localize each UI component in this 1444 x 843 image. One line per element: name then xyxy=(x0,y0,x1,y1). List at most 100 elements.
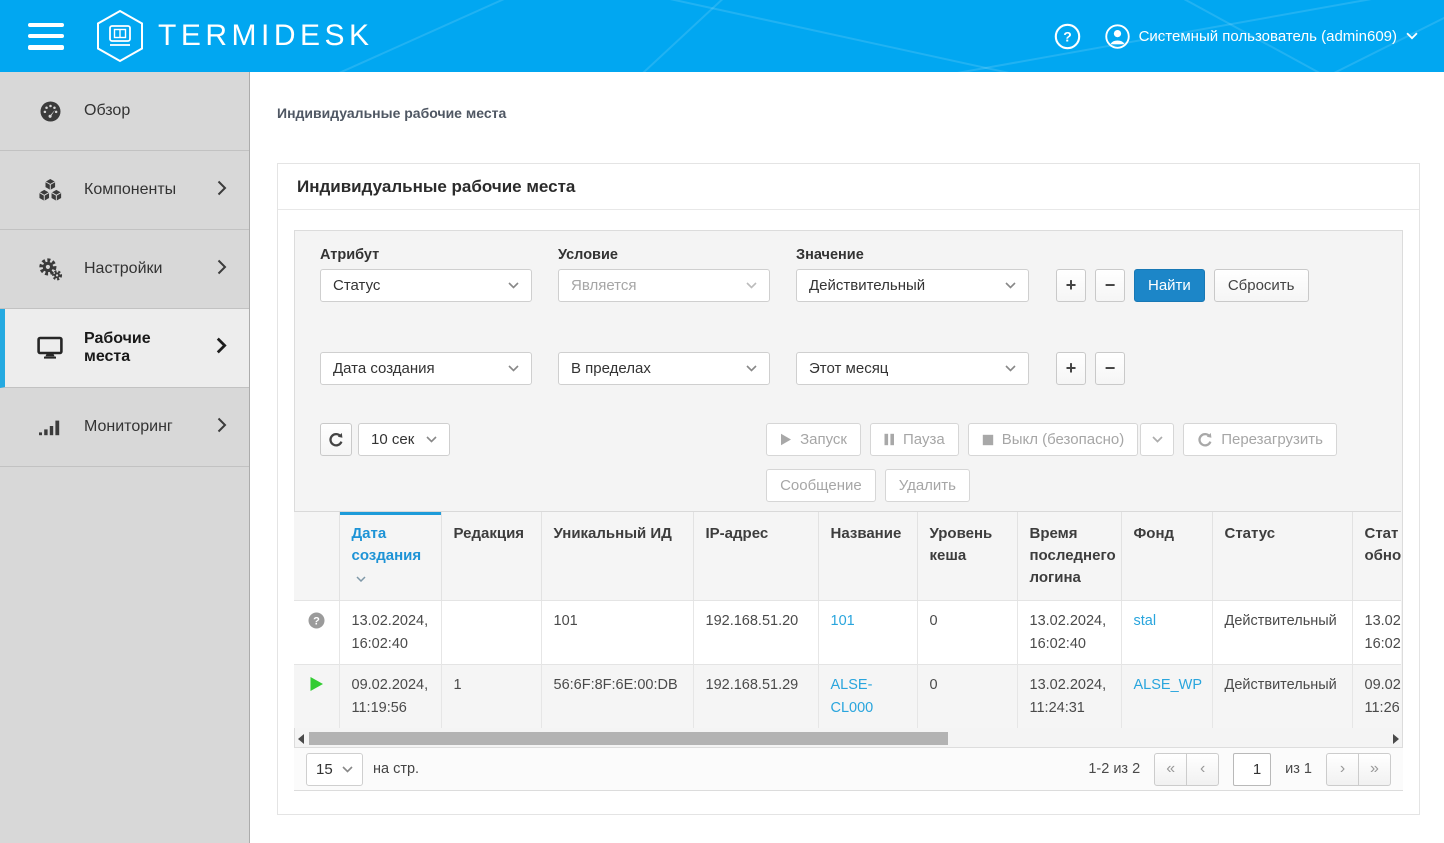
scrollbar-track[interactable] xyxy=(307,732,1390,745)
shutdown-safe-button-label: Выкл (безопасно) xyxy=(1002,431,1125,448)
condition-select-value: Является xyxy=(571,277,637,294)
pool-cell: ALSE_WP xyxy=(1121,665,1212,728)
dashboard-icon xyxy=(37,99,63,124)
monitor-icon xyxy=(37,336,63,360)
help-icon[interactable]: ? xyxy=(1054,23,1081,50)
sidebar-item-settings[interactable]: Настройки xyxy=(0,230,249,309)
delete-button[interactable]: Удалить xyxy=(885,469,970,502)
ip-cell: 192.168.51.29 xyxy=(693,665,818,728)
chevron-down-icon xyxy=(746,282,757,289)
last-page-button[interactable]: » xyxy=(1358,753,1391,786)
play-icon xyxy=(780,433,792,446)
cache-level-column-header[interactable]: Уровень кеша xyxy=(917,512,1017,601)
chevron-right-icon xyxy=(217,417,227,438)
revision-cell: 1 xyxy=(441,665,541,728)
add-filter-button[interactable]: + xyxy=(1056,269,1086,302)
attribute-select-2[interactable]: Дата создания xyxy=(320,352,532,385)
page-size-value: 15 xyxy=(316,761,333,778)
workplaces-card: Индивидуальные рабочие места Атрибут Ста… xyxy=(277,163,1420,815)
first-page-button[interactable]: « xyxy=(1154,753,1187,786)
revision-column-header[interactable]: Редакция xyxy=(441,512,541,601)
menu-toggle-button[interactable] xyxy=(28,23,64,50)
per-page-label: на стр. xyxy=(373,761,419,777)
value-select-2[interactable]: Этот месяц xyxy=(796,352,1029,385)
user-avatar-icon xyxy=(1105,24,1130,49)
remove-filter-button-2[interactable]: − xyxy=(1095,352,1125,385)
workplace-link[interactable]: 101 xyxy=(831,613,855,629)
horizontal-scrollbar[interactable] xyxy=(294,730,1403,747)
pool-link[interactable]: stal xyxy=(1134,613,1157,629)
chevron-down-icon xyxy=(1406,32,1418,40)
running-state-icon xyxy=(309,676,324,692)
user-menu[interactable]: Системный пользователь (admin609) xyxy=(1105,24,1418,49)
value-select[interactable]: Действительный xyxy=(796,269,1029,302)
ip-column-header[interactable]: IP-адрес xyxy=(693,512,818,601)
message-button[interactable]: Сообщение xyxy=(766,469,876,502)
pause-button[interactable]: Пауза xyxy=(870,423,959,456)
sidebar-item-workplaces[interactable]: Рабочие места xyxy=(0,309,249,388)
next-page-button[interactable]: › xyxy=(1326,753,1359,786)
sidebar-item-overview[interactable]: Обзор xyxy=(0,72,249,151)
add-filter-button-2[interactable]: + xyxy=(1056,352,1086,385)
svg-text:?: ? xyxy=(313,616,320,628)
message-button-label: Сообщение xyxy=(780,477,862,494)
attribute-select[interactable]: Статус xyxy=(320,269,532,302)
table-row[interactable]: 09.02.2024, 11:19:56 1 56:6F:8F:6E:00:DB… xyxy=(294,665,1401,728)
current-page-input[interactable] xyxy=(1233,753,1271,786)
reboot-button-label: Перезагрузить xyxy=(1221,431,1323,448)
name-column-header[interactable]: Название xyxy=(818,512,917,601)
user-name-label: Системный пользователь (admin609) xyxy=(1139,28,1397,45)
workplace-link[interactable]: ALSE-CL000 xyxy=(831,677,874,715)
page-title: Индивидуальные рабочие места xyxy=(278,164,1419,210)
start-button[interactable]: Запуск xyxy=(766,423,861,456)
pause-button-label: Пауза xyxy=(903,431,945,448)
shutdown-options-dropdown-button[interactable] xyxy=(1140,423,1174,456)
condition-select[interactable]: Является xyxy=(558,269,770,302)
find-button[interactable]: Найти xyxy=(1134,269,1205,302)
reboot-icon xyxy=(1197,432,1213,448)
chevron-right-icon xyxy=(217,259,227,280)
table-row[interactable]: ? 13.02.2024, 16:02:40 101 192.168.51.20 xyxy=(294,601,1401,665)
svg-text:?: ? xyxy=(1063,28,1072,44)
stop-icon xyxy=(982,434,994,446)
sidebar-item-label: Рабочие места xyxy=(84,330,195,366)
sidebar-item-monitoring[interactable]: Мониторинг xyxy=(0,388,249,467)
sidebar-item-label: Настройки xyxy=(84,260,162,278)
condition-select-2[interactable]: В пределах xyxy=(558,352,770,385)
scrollbar-thumb[interactable] xyxy=(309,732,948,745)
sidebar-item-label: Мониторинг xyxy=(84,418,173,436)
state-cell: ? xyxy=(294,601,339,665)
reboot-button[interactable]: Перезагрузить xyxy=(1183,423,1337,456)
last-login-cell: 13.02.2024, 16:02:40 xyxy=(1017,601,1121,665)
uid-cell: 56:6F:8F:6E:00:DB xyxy=(541,665,693,728)
chevron-down-icon xyxy=(426,436,437,443)
scroll-left-arrow[interactable] xyxy=(298,734,304,744)
filter-and-table-panel: Атрибут Статус Условие Является xyxy=(294,230,1403,791)
refresh-button[interactable] xyxy=(320,423,352,456)
table-header-row: Дата создания Редакция Уникальный ИД IP-… xyxy=(294,512,1401,601)
pool-link[interactable]: ALSE_WP xyxy=(1134,677,1203,693)
filter-row-2: Дата создания В пределах xyxy=(320,352,1377,385)
sidebar-item-components[interactable]: Компоненты xyxy=(0,151,249,230)
name-cell: 101 xyxy=(818,601,917,665)
uid-column-header[interactable]: Уникальный ИД xyxy=(541,512,693,601)
scroll-right-arrow[interactable] xyxy=(1393,734,1399,744)
reset-button[interactable]: Сбросить xyxy=(1214,269,1309,302)
status-column-header[interactable]: Статус xyxy=(1212,512,1352,601)
termidesk-admin-window: TERMIDESK ? Системный пользователь (admi… xyxy=(0,0,1444,843)
termidesk-logo: TERMIDESK xyxy=(95,9,374,63)
value-label: Значение xyxy=(796,247,1029,263)
update-status-column-header[interactable]: Стат обно xyxy=(1352,512,1401,601)
shutdown-safe-button[interactable]: Выкл (безопасно) xyxy=(968,423,1139,456)
previous-page-button[interactable]: ‹ xyxy=(1186,753,1219,786)
refresh-interval-select[interactable]: 10 сек xyxy=(358,423,450,456)
unknown-state-icon: ? xyxy=(308,612,325,629)
table-toolbar: 10 сек Запуск xyxy=(320,423,1377,502)
pool-column-header[interactable]: Фонд xyxy=(1121,512,1212,601)
page-size-select[interactable]: 15 xyxy=(306,753,363,786)
date-created-column-header[interactable]: Дата создания xyxy=(339,512,441,601)
last-login-column-header[interactable]: Время последнего логина xyxy=(1017,512,1121,601)
chevron-down-icon xyxy=(508,282,519,289)
remove-filter-button[interactable]: − xyxy=(1095,269,1125,302)
chevron-down-icon xyxy=(1005,282,1016,289)
